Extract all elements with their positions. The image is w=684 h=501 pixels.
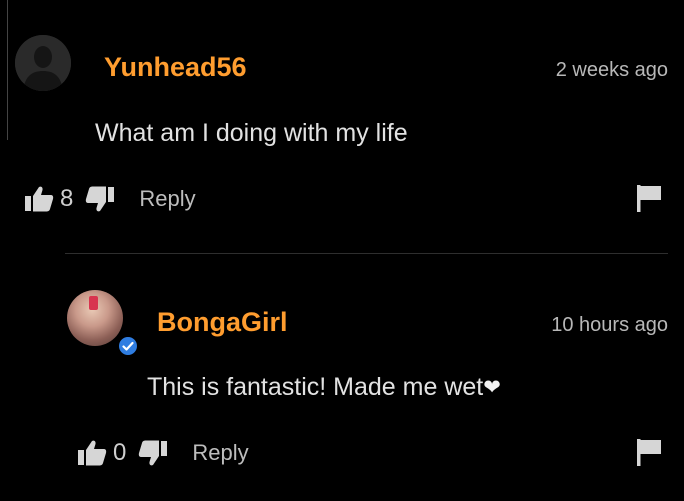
avatar-photo-detail (89, 296, 98, 310)
like-button[interactable] (22, 184, 56, 214)
reply-button[interactable]: Reply (139, 186, 195, 212)
comment-timestamp: 10 hours ago (551, 314, 668, 336)
comment-text: What am I doing with my life (95, 119, 408, 147)
like-count: 8 (60, 185, 74, 212)
thumbs-down-icon (86, 186, 115, 212)
comment-username[interactable]: Yunhead56 (104, 52, 247, 83)
dislike-button[interactable] (83, 184, 117, 214)
like-button[interactable] (75, 438, 109, 468)
heart-icon: ❤ (483, 376, 501, 399)
comment-username[interactable]: BongaGirl (157, 307, 288, 338)
like-count: 0 (113, 439, 127, 466)
flag-icon[interactable] (636, 438, 662, 466)
avatar[interactable] (67, 290, 123, 346)
user-icon (15, 35, 71, 91)
comment-text-line: This is fantastic! Made me wet❤ (147, 373, 501, 402)
comment-actions: 8 Reply (22, 184, 196, 214)
thumbs-down-icon (139, 440, 168, 466)
thumbs-up-icon (25, 186, 54, 212)
flag-icon[interactable] (636, 184, 662, 212)
comment-actions: 0 Reply (75, 438, 249, 468)
verified-icon (122, 341, 134, 351)
comment-timestamp: 2 weeks ago (555, 59, 668, 81)
comment-text: This is fantastic! Made me wet (147, 373, 484, 401)
thumbs-up-icon (78, 440, 107, 466)
divider (65, 253, 668, 254)
reply-button[interactable]: Reply (192, 440, 248, 466)
verified-badge (117, 335, 139, 357)
dislike-button[interactable] (136, 438, 170, 468)
scroll-edge-line (7, 0, 8, 140)
avatar[interactable] (15, 35, 71, 91)
